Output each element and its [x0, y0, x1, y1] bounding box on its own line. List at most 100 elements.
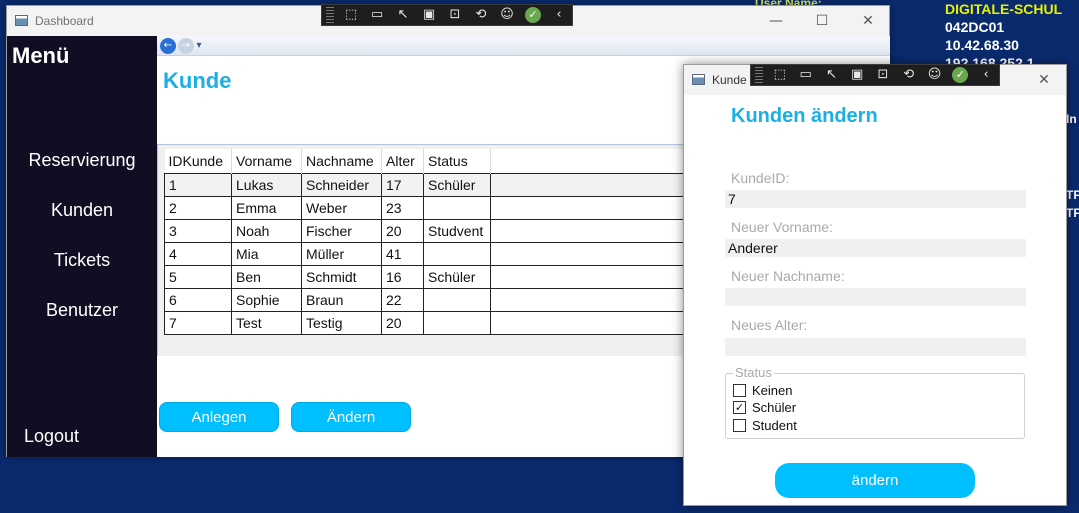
select-element-icon[interactable]: ⬚	[767, 65, 793, 85]
anlegen-button[interactable]: Anlegen	[159, 402, 279, 432]
table-cell[interactable]: Testig	[301, 310, 382, 335]
table-cell[interactable]: 41	[381, 241, 424, 266]
collapse-icon[interactable]: ‹	[973, 65, 999, 85]
aendern-button[interactable]: Ändern	[291, 402, 411, 432]
table-row[interactable]: 2 Emma Weber 23	[164, 195, 686, 220]
toolbar-grip[interactable]	[755, 67, 763, 83]
table-cell[interactable]: 20	[381, 218, 424, 243]
table-cell[interactable]: 22	[381, 287, 424, 312]
checkbox-label: Schüler	[752, 400, 797, 415]
table-cell[interactable]	[423, 310, 491, 335]
table-cell[interactable]: 4	[164, 241, 232, 266]
table-cell[interactable]: 16	[381, 264, 424, 289]
minimize-button[interactable]: —	[753, 6, 799, 36]
checkbox-student[interactable]	[733, 419, 746, 432]
kundeid-field[interactable]	[725, 190, 1026, 208]
vorname-field[interactable]	[725, 239, 1026, 257]
xaml-debug-toolbar: ⬚ ▭ ↖ ▣ ⊡ ⟲ ☺ ✓ ‹	[321, 4, 573, 26]
maximize-button[interactable]: ☐	[799, 6, 845, 36]
table-row[interactable]: 3 Noah Fischer 20 Studvent	[164, 218, 686, 243]
collapse-icon[interactable]: ‹	[546, 5, 572, 25]
table-cell[interactable]: Mia	[231, 241, 302, 266]
table-cell[interactable]: Braun	[301, 287, 382, 312]
hot-reload-icon[interactable]: ⊡	[870, 65, 896, 85]
checkbox-keinen[interactable]	[733, 384, 746, 397]
table-cell[interactable]: 20	[381, 310, 424, 335]
table-row[interactable]: 5 Ben Schmidt 16 Schüler	[164, 264, 686, 289]
table-cell[interactable]: Fischer	[301, 218, 382, 243]
alter-field[interactable]	[725, 338, 1026, 356]
table-cell[interactable]: 7	[164, 310, 232, 335]
binding-icon[interactable]: ⟲	[896, 65, 922, 85]
record-icon[interactable]: ▭	[364, 5, 390, 25]
status-option-student[interactable]: Student	[733, 418, 797, 433]
dialog-close-button[interactable]: ✕	[1021, 65, 1067, 95]
column-header-nachname[interactable]: Nachname	[301, 149, 382, 173]
select-element-icon[interactable]: ⬚	[338, 5, 364, 25]
aendern-submit-button[interactable]: ändern	[775, 463, 975, 498]
table-cell[interactable]: Lukas	[231, 172, 302, 197]
table-cell[interactable]: 3	[164, 218, 232, 243]
table-cell[interactable]: 23	[381, 195, 424, 220]
status-option-keinen[interactable]: Keinen	[733, 383, 792, 398]
table-cell[interactable]: 5	[164, 264, 232, 289]
bg-info-line: DIGITALE-SCHUL	[945, 1, 1063, 17]
forward-arrow-icon[interactable]: →	[178, 38, 194, 54]
accessibility-icon[interactable]: ☺	[494, 5, 520, 25]
sidebar-item-kunden[interactable]: Kunden	[7, 200, 157, 221]
accessibility-icon[interactable]: ☺	[922, 65, 948, 85]
table-cell[interactable]: Studvent	[423, 218, 491, 243]
table-row[interactable]: 7 Test Testig 20	[164, 310, 686, 335]
column-header-alter[interactable]: Alter	[381, 149, 424, 173]
nachname-field[interactable]	[725, 288, 1026, 306]
table-row[interactable]: 4 Mia Müller 41	[164, 241, 686, 266]
logout-button[interactable]: Logout	[24, 426, 79, 447]
sidebar-item-benutzer[interactable]: Benutzer	[7, 300, 157, 321]
close-button[interactable]: ✕	[845, 6, 891, 36]
table-filler-cell	[490, 264, 686, 289]
table-cell[interactable]	[423, 287, 491, 312]
frame-icon[interactable]: ▣	[416, 5, 442, 25]
table-cell[interactable]: 17	[381, 172, 424, 197]
sidebar-item-tickets[interactable]: Tickets	[7, 250, 157, 271]
table-cell[interactable]: Schüler	[423, 172, 491, 197]
column-header-status[interactable]: Status	[423, 149, 491, 173]
pointer-icon[interactable]: ↖	[819, 65, 845, 85]
table-cell[interactable]: Weber	[301, 195, 382, 220]
status-option-schueler[interactable]: ✓ Schüler	[733, 400, 796, 415]
table-cell[interactable]: Schmidt	[301, 264, 382, 289]
table-filler-cell	[490, 172, 686, 197]
column-header-idkunde[interactable]: IDKunde	[164, 149, 232, 173]
table-cell[interactable]: 1	[164, 172, 232, 197]
table-row[interactable]: 6 Sophie Braun 22	[164, 287, 686, 312]
back-arrow-icon[interactable]: ←	[160, 38, 176, 54]
table-cell[interactable]	[423, 195, 491, 220]
binding-icon[interactable]: ⟲	[468, 5, 494, 25]
sidebar-item-reservierung[interactable]: Reservierung	[7, 150, 157, 171]
column-header-vorname[interactable]: Vorname	[231, 149, 302, 173]
table-cell[interactable]: Sophie	[231, 287, 302, 312]
record-icon[interactable]: ▭	[793, 65, 819, 85]
chevron-down-icon[interactable]: ▾	[194, 38, 204, 54]
check-ok-icon[interactable]: ✓	[520, 5, 546, 25]
toolbar-grip[interactable]	[326, 7, 334, 23]
table-cell[interactable]: Ben	[231, 264, 302, 289]
check-ok-icon[interactable]: ✓	[947, 65, 973, 85]
pointer-icon[interactable]: ↖	[390, 5, 416, 25]
table-cell[interactable]: Test	[231, 310, 302, 335]
frame-icon[interactable]: ▣	[844, 65, 870, 85]
table-cell[interactable]: Schüler	[423, 264, 491, 289]
table-cell[interactable]: 6	[164, 287, 232, 312]
table-filler-cell	[490, 195, 686, 220]
bg-edge-text: In	[1066, 112, 1077, 126]
table-cell[interactable]: Noah	[231, 218, 302, 243]
table-filler-cell	[490, 241, 686, 266]
table-cell[interactable]: 2	[164, 195, 232, 220]
table-row[interactable]: 1 Lukas Schneider 17 Schüler	[164, 172, 686, 197]
table-cell[interactable]: Schneider	[301, 172, 382, 197]
table-cell[interactable]: Müller	[301, 241, 382, 266]
hot-reload-icon[interactable]: ⊡	[442, 5, 468, 25]
table-cell[interactable]: Emma	[231, 195, 302, 220]
checkbox-schueler[interactable]: ✓	[733, 401, 746, 414]
table-cell[interactable]	[423, 241, 491, 266]
